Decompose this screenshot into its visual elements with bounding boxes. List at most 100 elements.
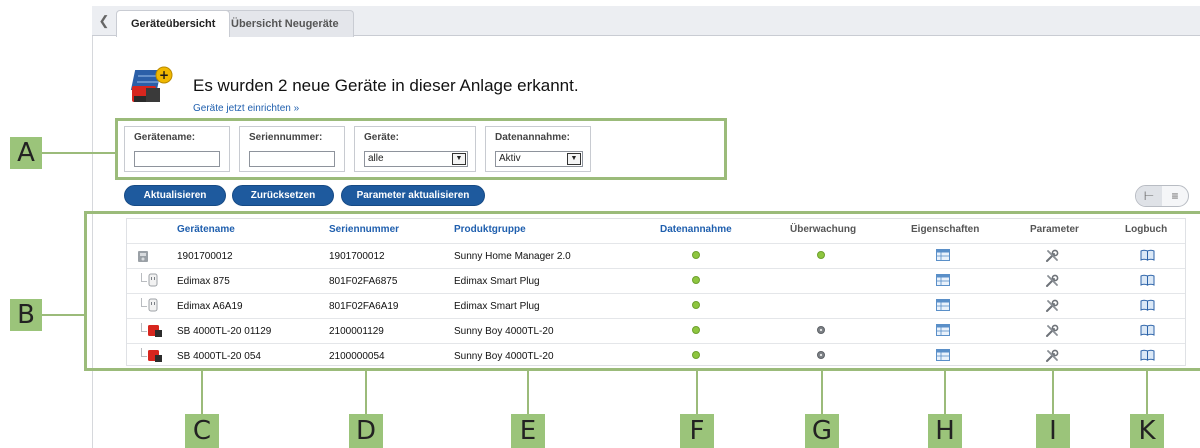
- product-group: Edimax Smart Plug: [454, 276, 540, 287]
- filter-label: Gerätename:: [134, 132, 196, 143]
- column-header-device-name[interactable]: Gerätename: [177, 224, 235, 235]
- annotation-marker-c: C: [185, 414, 219, 448]
- setup-devices-link[interactable]: Geräte jetzt einrichten »: [193, 103, 299, 114]
- smart-plug-icon: [148, 298, 158, 312]
- monitoring-status-icon: [817, 251, 825, 259]
- tab-new-devices[interactable]: Übersicht Neugeräte: [216, 10, 354, 37]
- parameters-icon[interactable]: [1045, 349, 1059, 363]
- annotation-line-b: [42, 314, 84, 316]
- column-header-serial-number[interactable]: Seriennummer: [329, 224, 399, 235]
- column-header-product-group[interactable]: Produktgruppe: [454, 224, 526, 235]
- filter-label: Datenannahme:: [495, 132, 571, 143]
- tab-bar: ❮ Geräteübersicht Übersicht Neugeräte: [92, 6, 1200, 37]
- annotation-line-g: [821, 371, 823, 414]
- annotation-marker-e: E: [511, 414, 545, 448]
- properties-icon[interactable]: [936, 274, 950, 286]
- annotation-line-k: [1146, 371, 1148, 414]
- filter-label: Seriennummer:: [249, 132, 323, 143]
- devices-select-value: alle: [368, 153, 384, 164]
- annotation-line-e: [527, 371, 529, 414]
- device-name[interactable]: SB 4000TL-20 01129: [177, 326, 271, 337]
- chevron-down-icon: ▼: [452, 153, 466, 165]
- parameters-icon[interactable]: [1045, 299, 1059, 313]
- annotation-marker-i: I: [1036, 414, 1070, 448]
- inverter-icon: [148, 350, 162, 362]
- product-group: Edimax Smart Plug: [454, 301, 540, 312]
- properties-icon[interactable]: [936, 299, 950, 311]
- tree-connector: [141, 273, 147, 282]
- parameters-icon[interactable]: [1045, 249, 1059, 263]
- filter-devices: Geräte: alle ▼: [354, 126, 476, 172]
- new-device-icon: +: [130, 66, 173, 102]
- device-name-input[interactable]: [134, 151, 220, 167]
- chevron-left-icon[interactable]: ❮: [92, 6, 116, 36]
- product-group: Sunny Boy 4000TL-20: [454, 326, 554, 337]
- annotation-line-d: [365, 371, 367, 414]
- list-view-icon[interactable]: ≡: [1162, 186, 1188, 206]
- data-acceptance-select[interactable]: Aktiv ▼: [495, 151, 583, 167]
- data-acceptance-status-icon: [692, 276, 700, 284]
- update-parameters-button[interactable]: Parameter aktualisieren: [341, 185, 485, 206]
- serial-number: 2100000054: [329, 351, 385, 362]
- smart-plug-icon: [148, 273, 158, 287]
- parameters-icon[interactable]: [1045, 274, 1059, 288]
- device-name[interactable]: Edimax 875: [177, 276, 230, 287]
- table-row: SB 4000TL-20 01129 2100001129 Sunny Boy …: [127, 318, 1185, 343]
- annotation-line-f: [696, 371, 698, 414]
- annotation-marker-b: B: [10, 299, 42, 331]
- properties-icon[interactable]: [936, 349, 950, 361]
- devices-select[interactable]: alle ▼: [364, 151, 468, 167]
- annotation-marker-f: F: [680, 414, 714, 448]
- properties-icon[interactable]: [936, 324, 950, 336]
- logbook-icon[interactable]: [1140, 274, 1155, 286]
- table-row: Edimax 875 801F02FA6875 Edimax Smart Plu…: [127, 268, 1185, 293]
- column-header-data-acceptance[interactable]: Datenannahme: [660, 224, 732, 235]
- monitoring-status-icon: [817, 326, 825, 334]
- chevron-down-icon: ▼: [567, 153, 581, 165]
- product-group: Sunny Boy 4000TL-20: [454, 351, 554, 362]
- logbook-icon[interactable]: [1140, 249, 1155, 261]
- inverter-icon: [148, 325, 162, 337]
- filter-serial-number: Seriennummer:: [239, 126, 345, 172]
- tree-connector: [141, 298, 147, 307]
- annotation-line-a: [42, 152, 115, 154]
- table-row: 1901700012 1901700012 Sunny Home Manager…: [127, 243, 1185, 268]
- device-name[interactable]: Edimax A6A19: [177, 301, 243, 312]
- annotation-marker-d: D: [349, 414, 383, 448]
- serial-number: 801F02FA6A19: [329, 301, 399, 312]
- device-table: Gerätename Seriennummer Produktgruppe Da…: [126, 218, 1186, 366]
- annotation-line-h: [944, 371, 946, 414]
- table-row: Edimax A6A19 801F02FA6A19 Edimax Smart P…: [127, 293, 1185, 318]
- device-name[interactable]: SB 4000TL-20 054: [177, 351, 261, 362]
- refresh-button[interactable]: Aktualisieren: [124, 185, 226, 206]
- data-acceptance-status-icon: [692, 301, 700, 309]
- tree-view-icon[interactable]: ⊢: [1136, 186, 1162, 206]
- home-manager-icon: [138, 251, 148, 262]
- tab-device-overview[interactable]: Geräteübersicht: [116, 10, 231, 37]
- data-acceptance-status-icon: [692, 351, 700, 359]
- filter-device-name: Gerätename:: [124, 126, 230, 172]
- svg-text:+: +: [159, 68, 169, 82]
- annotation-marker-g: G: [805, 414, 839, 448]
- column-header-logbook: Logbuch: [1125, 224, 1168, 235]
- annotation-line-c: [201, 371, 203, 414]
- filter-data-acceptance: Datenannahme: Aktiv ▼: [485, 126, 591, 172]
- data-acceptance-status-icon: [692, 251, 700, 259]
- logbook-icon[interactable]: [1140, 324, 1155, 336]
- logbook-icon[interactable]: [1140, 299, 1155, 311]
- annotation-marker-k: K: [1130, 414, 1164, 448]
- logbook-icon[interactable]: [1140, 349, 1155, 361]
- serial-number-input[interactable]: [249, 151, 335, 167]
- parameters-icon[interactable]: [1045, 324, 1059, 338]
- properties-icon[interactable]: [936, 249, 950, 261]
- serial-number: 2100001129: [329, 326, 384, 337]
- annotation-line-i: [1052, 371, 1054, 414]
- serial-number: 1901700012: [329, 251, 385, 262]
- column-header-properties: Eigenschaften: [911, 224, 980, 235]
- filter-label: Geräte:: [364, 132, 400, 143]
- device-name[interactable]: 1901700012: [177, 251, 233, 262]
- reset-button[interactable]: Zurücksetzen: [232, 185, 334, 206]
- monitoring-status-icon: [817, 351, 825, 359]
- annotation-marker-a: A: [10, 137, 42, 169]
- table-row: SB 4000TL-20 054 2100000054 Sunny Boy 40…: [127, 343, 1185, 368]
